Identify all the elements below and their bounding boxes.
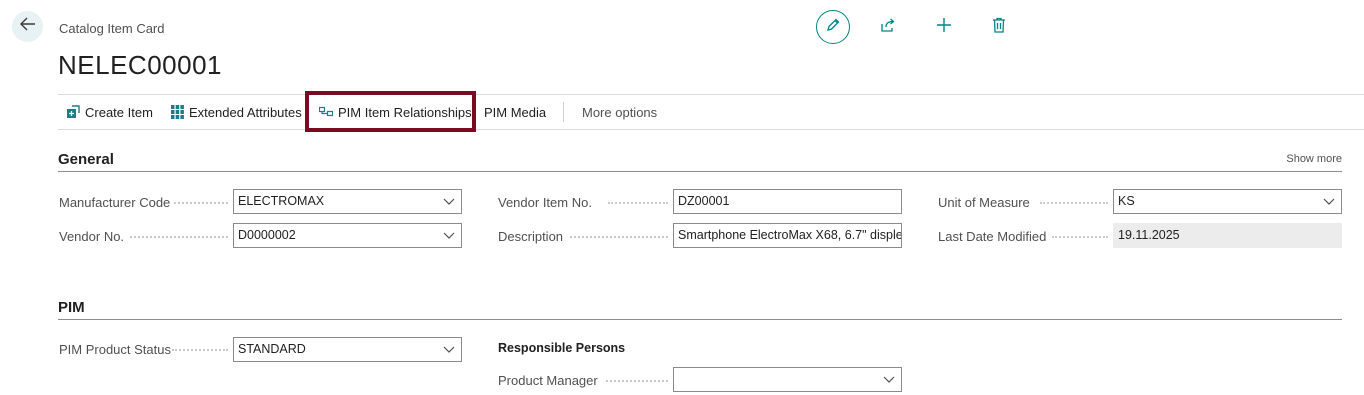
delete-button[interactable] (989, 17, 1009, 37)
field-dots (130, 236, 228, 238)
field-dots (1040, 202, 1108, 204)
manufacturer-code-label: Manufacturer Code (59, 195, 171, 210)
trash-icon (992, 17, 1006, 38)
vendor-item-no-label: Vendor Item No. (498, 195, 592, 210)
back-arrow-icon (19, 17, 36, 36)
edit-button[interactable] (816, 10, 850, 44)
action-bar: Create Item Extended Attributes PIM Item… (58, 91, 1364, 132)
description-label: Description (498, 229, 564, 244)
create-item-label: Create Item (85, 104, 153, 120)
new-button[interactable] (934, 17, 954, 37)
chevron-down-icon (443, 224, 455, 247)
product-manager-label: Product Manager (498, 373, 598, 388)
field-dots (570, 236, 668, 238)
share-icon (880, 18, 896, 37)
more-options-action[interactable]: More options (582, 95, 657, 129)
extended-attributes-label: Extended Attributes (189, 104, 302, 120)
vendor-item-no-value: DZ00001 (678, 194, 730, 208)
manufacturer-code-value: ELECTROMAX (238, 194, 325, 208)
vendor-no-label: Vendor No. (59, 229, 125, 244)
chevron-down-icon (443, 190, 455, 213)
chevron-down-icon (443, 338, 455, 361)
back-button[interactable] (12, 11, 43, 42)
create-item-action[interactable]: Create Item (66, 95, 153, 129)
show-more-link[interactable]: Show more (1286, 153, 1342, 165)
highlight-box (305, 91, 476, 132)
last-date-modified-value: 19.11.2025 (1113, 223, 1342, 248)
manufacturer-code-field[interactable]: ELECTROMAX (233, 189, 462, 214)
plus-icon (936, 17, 952, 38)
page-title: NELEC00001 (58, 50, 222, 80)
vendor-no-value: D0000002 (238, 228, 296, 242)
vendor-item-no-field[interactable]: DZ00001 (673, 189, 902, 214)
responsible-persons-heading: Responsible Persons (498, 341, 626, 355)
pim-section-divider (58, 319, 1342, 320)
field-dots (608, 202, 668, 204)
create-item-icon (66, 105, 80, 119)
pim-section-title[interactable]: PIM (58, 299, 85, 316)
field-dots (174, 202, 228, 204)
product-manager-field[interactable] (673, 367, 902, 392)
pim-product-status-value: STANDARD (238, 342, 306, 356)
field-dots (606, 380, 668, 382)
pim-product-status-label: PIM Product Status (59, 342, 171, 357)
chevron-down-icon (1323, 190, 1335, 213)
last-date-modified-label: Last Date Modified (938, 229, 1047, 244)
general-section-divider (58, 171, 1342, 172)
pim-media-label: PIM Media (484, 104, 547, 120)
extended-attributes-action[interactable]: Extended Attributes (171, 95, 302, 129)
unit-of-measure-field[interactable]: KS (1113, 189, 1342, 214)
description-field[interactable]: Smartphone ElectroMax X68, 6.7" displej (673, 223, 902, 248)
general-section-title[interactable]: General (58, 151, 114, 168)
action-separator (563, 102, 564, 122)
unit-of-measure-label: Unit of Measure (938, 195, 1030, 210)
chevron-down-icon (883, 368, 895, 391)
more-options-label: More options (582, 104, 658, 120)
field-dots (1052, 236, 1108, 238)
field-dots (172, 349, 228, 351)
vendor-no-field[interactable]: D0000002 (233, 223, 462, 248)
description-value: Smartphone ElectroMax X68, 6.7" displej (678, 228, 902, 242)
share-button[interactable] (878, 17, 898, 37)
page-caption: Catalog Item Card (59, 21, 165, 36)
pim-product-status-field[interactable]: STANDARD (233, 337, 462, 362)
grid-icon (171, 105, 184, 119)
unit-of-measure-value: KS (1118, 194, 1135, 208)
pim-media-action[interactable]: PIM Media (484, 95, 546, 129)
edit-pencil-icon (825, 17, 841, 38)
